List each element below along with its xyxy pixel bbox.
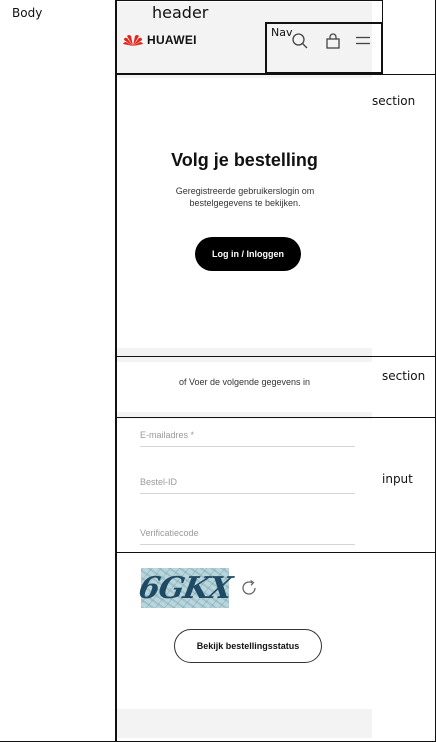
section-annotation-label: section	[372, 94, 416, 108]
captcha-text: 6GKX	[135, 570, 235, 606]
login-description: Geregistreerde gebruikerslogin om bestel…	[175, 186, 315, 208]
captcha-image: 6GKX	[136, 568, 234, 608]
page-title: Volg je bestelling	[171, 150, 318, 170]
check-status-button[interactable]: Bekijk bestellingsstatus	[174, 629, 322, 663]
verification-code-field[interactable]	[140, 522, 355, 545]
alternative-card	[117, 362, 372, 412]
input-annotation-label: input	[382, 472, 413, 486]
huawei-flower-icon	[123, 35, 143, 46]
refresh-icon[interactable]	[239, 578, 259, 598]
section-annotation-label: section	[382, 369, 426, 383]
search-icon[interactable]	[291, 32, 309, 50]
bag-icon[interactable]	[324, 32, 342, 50]
huawei-logo[interactable]: HUAWEI	[123, 33, 197, 47]
brand-name: HUAWEI	[147, 33, 197, 47]
alternative-text: of Voer de volgende gegevens in	[178, 377, 311, 387]
menu-icon[interactable]	[354, 32, 372, 50]
track-order-card	[117, 78, 372, 348]
login-button[interactable]: Log in / Inloggen	[195, 237, 301, 271]
email-field[interactable]	[140, 424, 355, 447]
order-id-field[interactable]	[140, 471, 355, 494]
body-annotation-label: Body	[12, 6, 43, 20]
nav-annotation-label: Nav	[271, 26, 293, 39]
header-annotation-label: header	[152, 3, 209, 22]
